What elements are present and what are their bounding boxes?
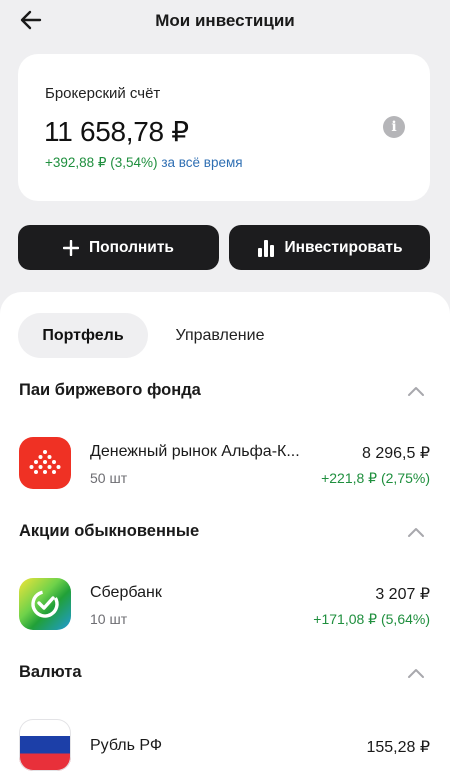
bar-chart-icon bbox=[257, 239, 274, 257]
balance-decimal: ,78 ₽ bbox=[125, 116, 189, 147]
holding-value: 3 207 ₽ bbox=[375, 586, 430, 603]
holding-row-sberbank[interactable]: Сбербанк 10 шт 3 207 ₽ +171,08 ₽ (5,64%) bbox=[0, 578, 450, 638]
broker-account-card[interactable]: Брокерский счёт 11 658,78 ₽ +392,88 ₽ (3… bbox=[18, 54, 430, 201]
portfolio-sheet: Портфель Управление Паи биржевого фонда … bbox=[0, 292, 450, 783]
section-title: Акции обыкновенные bbox=[19, 522, 200, 540]
holding-row-rub[interactable]: Рубль РФ 155,28 ₽ bbox=[0, 719, 450, 779]
invest-label: Инвестировать bbox=[284, 238, 403, 256]
plus-icon bbox=[63, 239, 80, 256]
tab-management[interactable]: Управление bbox=[165, 313, 275, 358]
holding-name: Сбербанк bbox=[90, 584, 162, 601]
chevron-up-icon bbox=[408, 528, 424, 537]
balance-integer: 11 658 bbox=[44, 116, 126, 147]
holding-name: Денежный рынок Альфа-К... bbox=[90, 443, 300, 460]
russian-flag-icon bbox=[19, 719, 71, 771]
tab-portfolio[interactable]: Портфель bbox=[18, 313, 148, 358]
alfa-fund-logo bbox=[19, 437, 71, 489]
invest-button[interactable]: Инвестировать bbox=[229, 225, 430, 270]
holding-value: 155,28 ₽ bbox=[366, 739, 430, 756]
holding-value: 8 296,5 ₽ bbox=[361, 445, 430, 462]
section-shares-header[interactable]: Акции обыкновенные bbox=[0, 518, 450, 548]
chevron-up-icon bbox=[408, 669, 424, 678]
chevron-up-icon bbox=[408, 387, 424, 396]
app-header: Мои инвестиции bbox=[0, 0, 450, 42]
topup-button[interactable]: Пополнить bbox=[18, 225, 219, 270]
topup-label: Пополнить bbox=[89, 238, 174, 256]
gain-value: +392,88 ₽ (3,54%) bbox=[45, 155, 158, 170]
account-gain: +392,88 ₽ (3,54%) за всё время bbox=[45, 155, 243, 171]
section-title: Валюта bbox=[19, 663, 82, 681]
gain-period: за всё время bbox=[161, 155, 243, 170]
info-icon[interactable]: i bbox=[383, 116, 405, 138]
account-label: Брокерский счёт bbox=[45, 85, 161, 102]
sberbank-logo bbox=[19, 578, 71, 630]
holding-name: Рубль РФ bbox=[90, 737, 163, 754]
holding-quantity: 10 шт bbox=[90, 611, 128, 627]
holding-quantity: 50 шт bbox=[90, 470, 128, 486]
section-title: Паи биржевого фонда bbox=[19, 381, 201, 399]
section-currency-header[interactable]: Валюта bbox=[0, 659, 450, 689]
account-balance: 11 658,78 ₽ bbox=[44, 115, 189, 148]
section-etf-header[interactable]: Паи биржевого фонда bbox=[0, 377, 450, 407]
holding-change: +221,8 ₽ (2,75%) bbox=[321, 470, 430, 486]
holding-row-alfa-money-market[interactable]: Денежный рынок Альфа-К... 50 шт 8 296,5 … bbox=[0, 437, 450, 497]
holding-change: +171,08 ₽ (5,64%) bbox=[313, 611, 430, 627]
page-title: Мои инвестиции bbox=[155, 11, 295, 30]
